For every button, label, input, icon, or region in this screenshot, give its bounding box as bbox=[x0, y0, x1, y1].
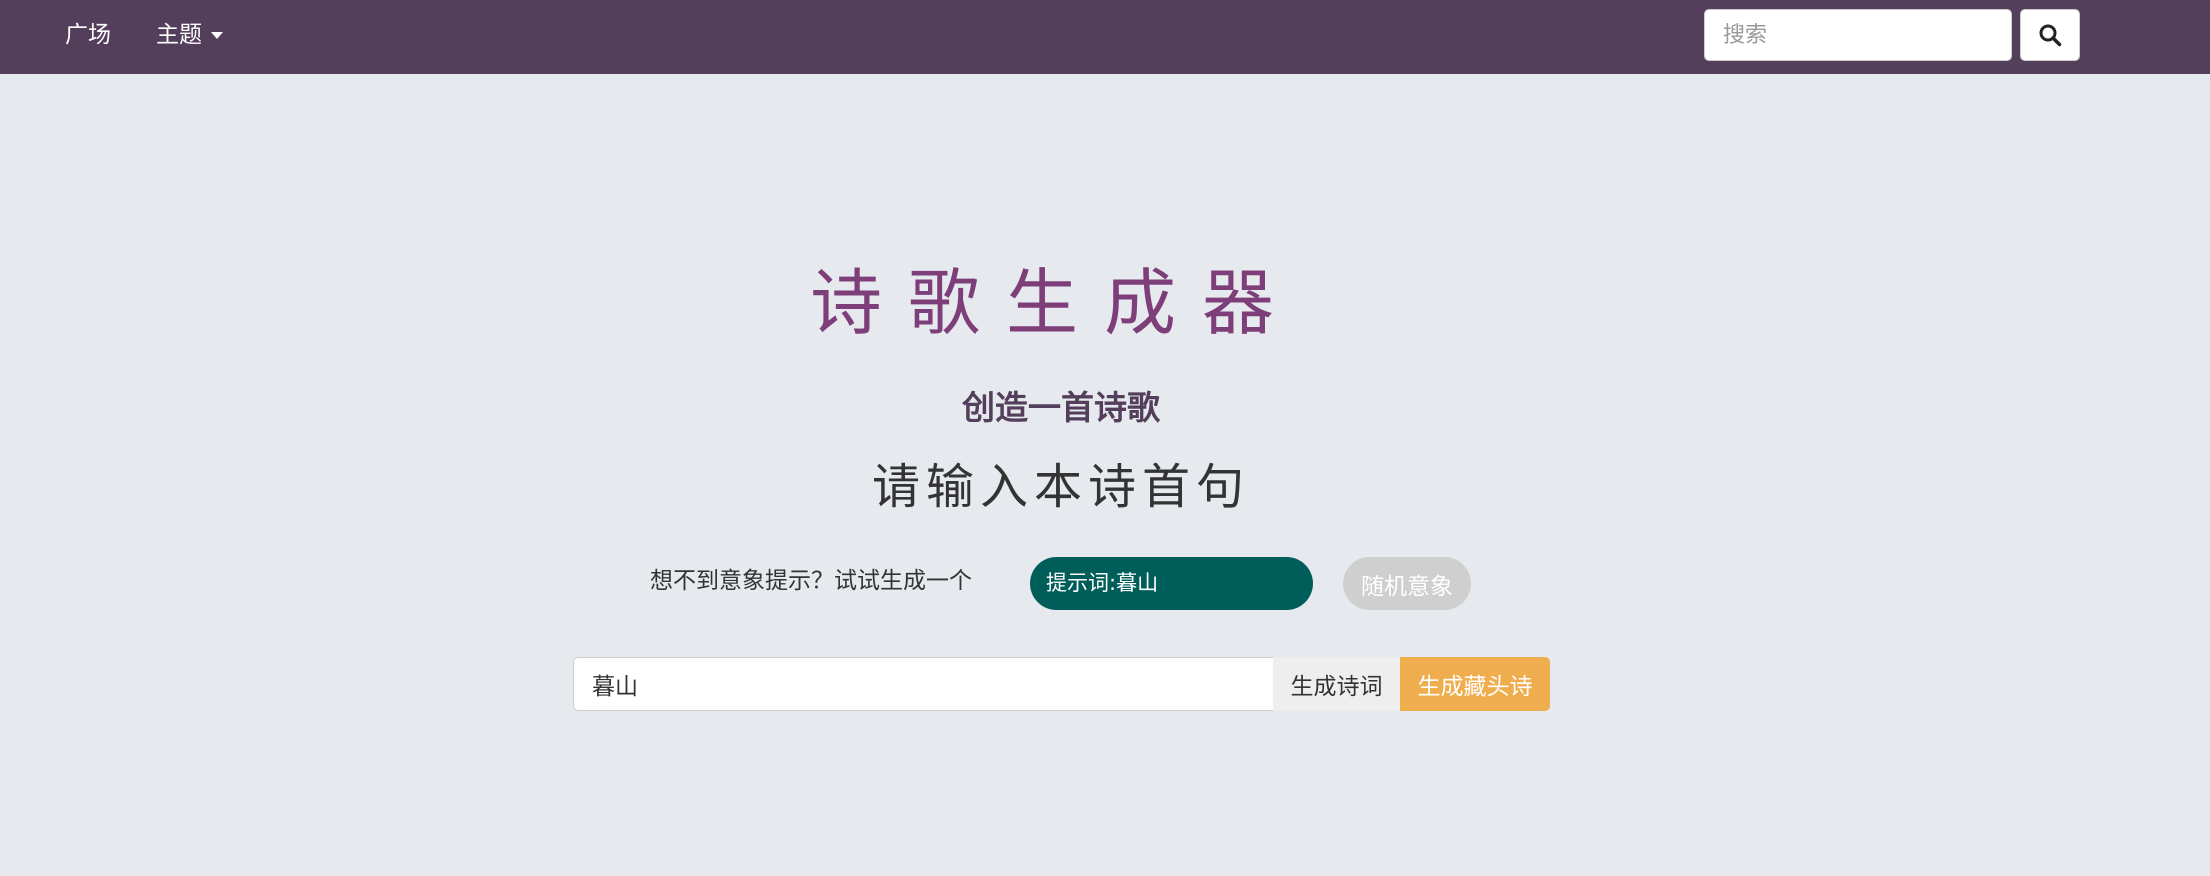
search-button[interactable] bbox=[2020, 9, 2080, 61]
search-input[interactable] bbox=[1704, 9, 2012, 61]
caret-down-icon bbox=[211, 32, 223, 39]
random-imagery-button[interactable]: 随机意象 bbox=[1343, 557, 1471, 610]
poem-first-line-input[interactable] bbox=[573, 657, 1273, 711]
generate-poem-button[interactable]: 生成诗词 bbox=[1273, 657, 1400, 711]
prompt-heading: 请输入本诗首句 bbox=[871, 459, 1250, 515]
nav-topic-dropdown[interactable]: 主题 bbox=[156, 0, 223, 74]
generate-acrostic-button[interactable]: 生成藏头诗 bbox=[1400, 657, 1550, 711]
page-subtitle: 创造一首诗歌 bbox=[962, 388, 1160, 427]
top-navbar: 广场 主题 bbox=[0, 0, 2210, 74]
hint-text: 想不到意象提示？试试生成一个 bbox=[650, 568, 972, 594]
keyword-hint-pill[interactable]: 提示词:暮山 bbox=[1030, 557, 1313, 610]
nav-plaza-link[interactable]: 广场 bbox=[65, 0, 111, 74]
page-title: 诗歌生成器 bbox=[809, 261, 1300, 345]
nav-topic-label: 主题 bbox=[156, 22, 202, 48]
search-icon bbox=[2039, 24, 2062, 47]
